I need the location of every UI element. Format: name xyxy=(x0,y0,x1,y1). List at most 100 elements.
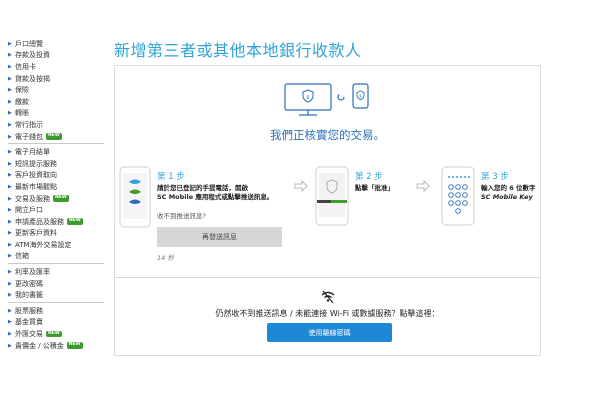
step3-text: 輸入您的 6 位數字 xyxy=(481,184,536,192)
sidebar-item-label: 更新客戶資料 xyxy=(15,229,57,238)
sidebar-item-rates[interactable]: ▶ 利率及匯率 xyxy=(8,266,104,278)
arrow-right-icon: ▶ xyxy=(8,52,12,59)
sidebar-item-account-overview[interactable]: ▶ 戶口總覽 xyxy=(8,38,104,50)
step1-text-line1: 請於您已登記的手提電話，開啟 xyxy=(157,184,248,192)
sidebar-item-e-wallet[interactable]: ▶ 電子錢包 NEW xyxy=(8,131,104,143)
sidebar-item-label: 電子月結單 xyxy=(15,148,50,157)
arrow-right-icon: ▶ xyxy=(8,149,12,156)
arrow-right-icon: ▶ xyxy=(8,75,12,82)
sidebar-item-label: 我的書籤 xyxy=(15,291,43,300)
phone-icon: $ xyxy=(352,83,369,109)
verification-panel: $ $ 我們正核實您的交易。 第 1 步 請於您已登記的手提電話，開啟 SC M… xyxy=(114,65,541,356)
sidebar-item-loans[interactable]: ▶ 貸款及按揭 xyxy=(8,73,104,85)
offline-help-text: 仍然收不到推送訊息 / 未能連接 Wi-Fi 或數據服務？點擊這裡： xyxy=(215,309,440,318)
sidebar-item-sms-alerts[interactable]: ▶ 短訊提示服務 xyxy=(8,158,104,170)
sidebar-item-change-password[interactable]: ▶ 更改密碼 xyxy=(8,278,104,290)
arrow-right-icon: ▶ xyxy=(8,110,12,117)
arrow-right-icon: ▶ xyxy=(8,98,12,105)
sidebar-item-e-statement[interactable]: ▶ 電子月結單 xyxy=(8,146,104,158)
monitor-icon: $ xyxy=(284,83,332,116)
step1-label: 第 1 步 xyxy=(157,172,185,182)
arrow-right-icon: ▶ xyxy=(8,269,12,276)
sidebar-item-payments[interactable]: ▶ 繳款 xyxy=(8,96,104,108)
divider xyxy=(115,277,540,278)
arrow-right-icon: ▶ xyxy=(8,172,12,179)
sidebar-item-label: 外匯交易 xyxy=(15,330,43,339)
step3-label: 第 3 步 xyxy=(481,172,509,182)
sidebar-group-accounts: ▶ 戶口總覽 ▶ 存款及投資 ▶ 信用卡 ▶ 貸款及按揭 ▶ 保險 ▶ 繳款 ▶ 轉賬 ▶ 常行… xyxy=(8,38,104,145)
sidebar-item-market-views[interactable]: ▶ 最新市場觀點 xyxy=(8,181,104,193)
step1-text-line2: SC Mobile 應用程式或點擊推送訊息。 xyxy=(157,193,274,201)
sidebar-item-atm-overseas[interactable]: ▶ ATM海外交易設定 xyxy=(8,239,104,251)
new-badge: NEW xyxy=(53,195,69,202)
resend-button[interactable]: 再發送訊息 xyxy=(157,227,282,247)
sidebar-item-mailbox[interactable]: ▶ 信箱 xyxy=(8,251,104,263)
arrow-right-icon: ▶ xyxy=(8,342,12,349)
not-received-text: 收不到推送訊息? xyxy=(157,212,206,220)
step2-label: 第 2 步 xyxy=(355,172,383,182)
sidebar-item-label: 短訊提示服務 xyxy=(15,159,57,168)
arrow-right-icon: ▶ xyxy=(8,183,12,190)
sidebar-item-bookmarks[interactable]: ▶ 我的書籤 xyxy=(8,289,104,301)
sidebar-item-transactions-services[interactable]: ▶ 交易及服務 NEW xyxy=(8,193,104,205)
arrow-right-icon: ▶ xyxy=(8,331,12,338)
sidebar-item-label: 常行指示 xyxy=(15,120,43,129)
arrow-right-icon: ▶ xyxy=(8,160,12,167)
arrow-right-icon: ▶ xyxy=(8,230,12,237)
sidebar-item-label: 轉賬 xyxy=(15,109,29,118)
phone-with-logo-icon xyxy=(119,166,151,228)
sidebar-item-insurance[interactable]: ▶ 保險 xyxy=(8,84,104,96)
new-badge: NEW xyxy=(66,342,83,349)
spinner-icon xyxy=(337,93,345,101)
arrow-right-icon: ▶ xyxy=(8,292,12,299)
sidebar-item-update-info[interactable]: ▶ 更新客戶資料 xyxy=(8,228,104,240)
phone-keypad-icon xyxy=(441,166,475,226)
sidebar-item-credit-card[interactable]: ▶ 信用卡 xyxy=(8,61,104,73)
verification-illustration: $ $ xyxy=(284,83,369,116)
sidebar-item-label: 利率及匯率 xyxy=(15,268,50,277)
svg-text:$: $ xyxy=(306,95,309,101)
sidebar-group-tools: ▶ 利率及匯率 ▶ 更改密碼 ▶ 我的書籤 xyxy=(8,266,104,304)
sidebar-item-label: 申請產品及服務 xyxy=(15,217,64,226)
sidebar-item-label: 信箱 xyxy=(15,252,29,261)
wifi-off-icon xyxy=(321,290,335,304)
new-badge: NEW xyxy=(67,218,83,225)
sidebar-item-deposits[interactable]: ▶ 存款及投資 xyxy=(8,50,104,62)
sidebar-nav: ▶ 戶口總覽 ▶ 存款及投資 ▶ 信用卡 ▶ 貸款及按揭 ▶ 保險 ▶ 繳款 ▶ 轉賬 ▶ 常行… xyxy=(8,38,104,354)
arrow-right-icon: ▶ xyxy=(8,253,12,260)
sidebar-item-stocks[interactable]: ▶ 股票服務 xyxy=(8,305,104,317)
sidebar-item-label: 貴價金 / 公積金 xyxy=(15,341,64,350)
sidebar-item-transfers[interactable]: ▶ 轉賬 xyxy=(8,108,104,120)
sidebar-item-label: 信用卡 xyxy=(15,62,36,71)
page-title: 新增第三者或其他本地銀行收款人 xyxy=(114,41,362,60)
sidebar-item-standing-instructions[interactable]: ▶ 常行指示 xyxy=(8,119,104,131)
sidebar-item-investment-profile[interactable]: ▶ 客戶投資取向 xyxy=(8,170,104,182)
sidebar-item-funds[interactable]: ▶ 基金買賣 xyxy=(8,317,104,329)
arrow-right-icon: ▶ xyxy=(8,121,12,128)
sidebar-group-services: ▶ 電子月結單 ▶ 短訊提示服務 ▶ 客戶投資取向 ▶ 最新市場觀點 ▶ 交易及服務 NEW… xyxy=(8,146,104,265)
sidebar-item-open-account[interactable]: ▶ 開立戶口 xyxy=(8,204,104,216)
sidebar-item-label: 電子錢包 xyxy=(15,132,43,141)
arrow-right-icon xyxy=(416,179,430,193)
countdown-timer: 14 秒 xyxy=(157,254,174,262)
arrow-right-icon: ▶ xyxy=(8,280,12,287)
sidebar-item-label: 客戶投資取向 xyxy=(15,171,57,180)
sidebar-item-gold-mpf[interactable]: ▶ 貴價金 / 公積金 NEW xyxy=(8,340,104,352)
sidebar-item-label: ATM海外交易設定 xyxy=(15,240,72,249)
arrow-right-icon: ▶ xyxy=(8,319,12,326)
new-badge: NEW xyxy=(46,330,62,338)
svg-text:$: $ xyxy=(359,94,362,99)
sidebar-item-label: 基金買賣 xyxy=(15,318,43,327)
arrow-right-icon: ▶ xyxy=(8,87,12,94)
use-offline-code-button[interactable]: 使用離線密碼 xyxy=(267,323,392,342)
arrow-right-icon: ▶ xyxy=(8,63,12,70)
sidebar-item-fx[interactable]: ▶ 外匯交易 NEW xyxy=(8,328,104,340)
sidebar-item-label: 繳款 xyxy=(15,97,29,106)
arrow-right-icon: ▶ xyxy=(8,218,12,225)
sidebar-item-label: 保險 xyxy=(15,86,29,95)
sidebar-group-investments: ▶ 股票服務 ▶ 基金買賣 ▶ 外匯交易 NEW ▶ 貴價金 / 公積金 NEW xyxy=(8,305,104,352)
new-badge: NEW xyxy=(46,133,62,140)
sidebar-item-label: 股票服務 xyxy=(15,306,43,315)
sidebar-item-apply-products[interactable]: ▶ 申請產品及服務 NEW xyxy=(8,216,104,228)
sidebar-item-label: 存款及投資 xyxy=(15,51,50,60)
